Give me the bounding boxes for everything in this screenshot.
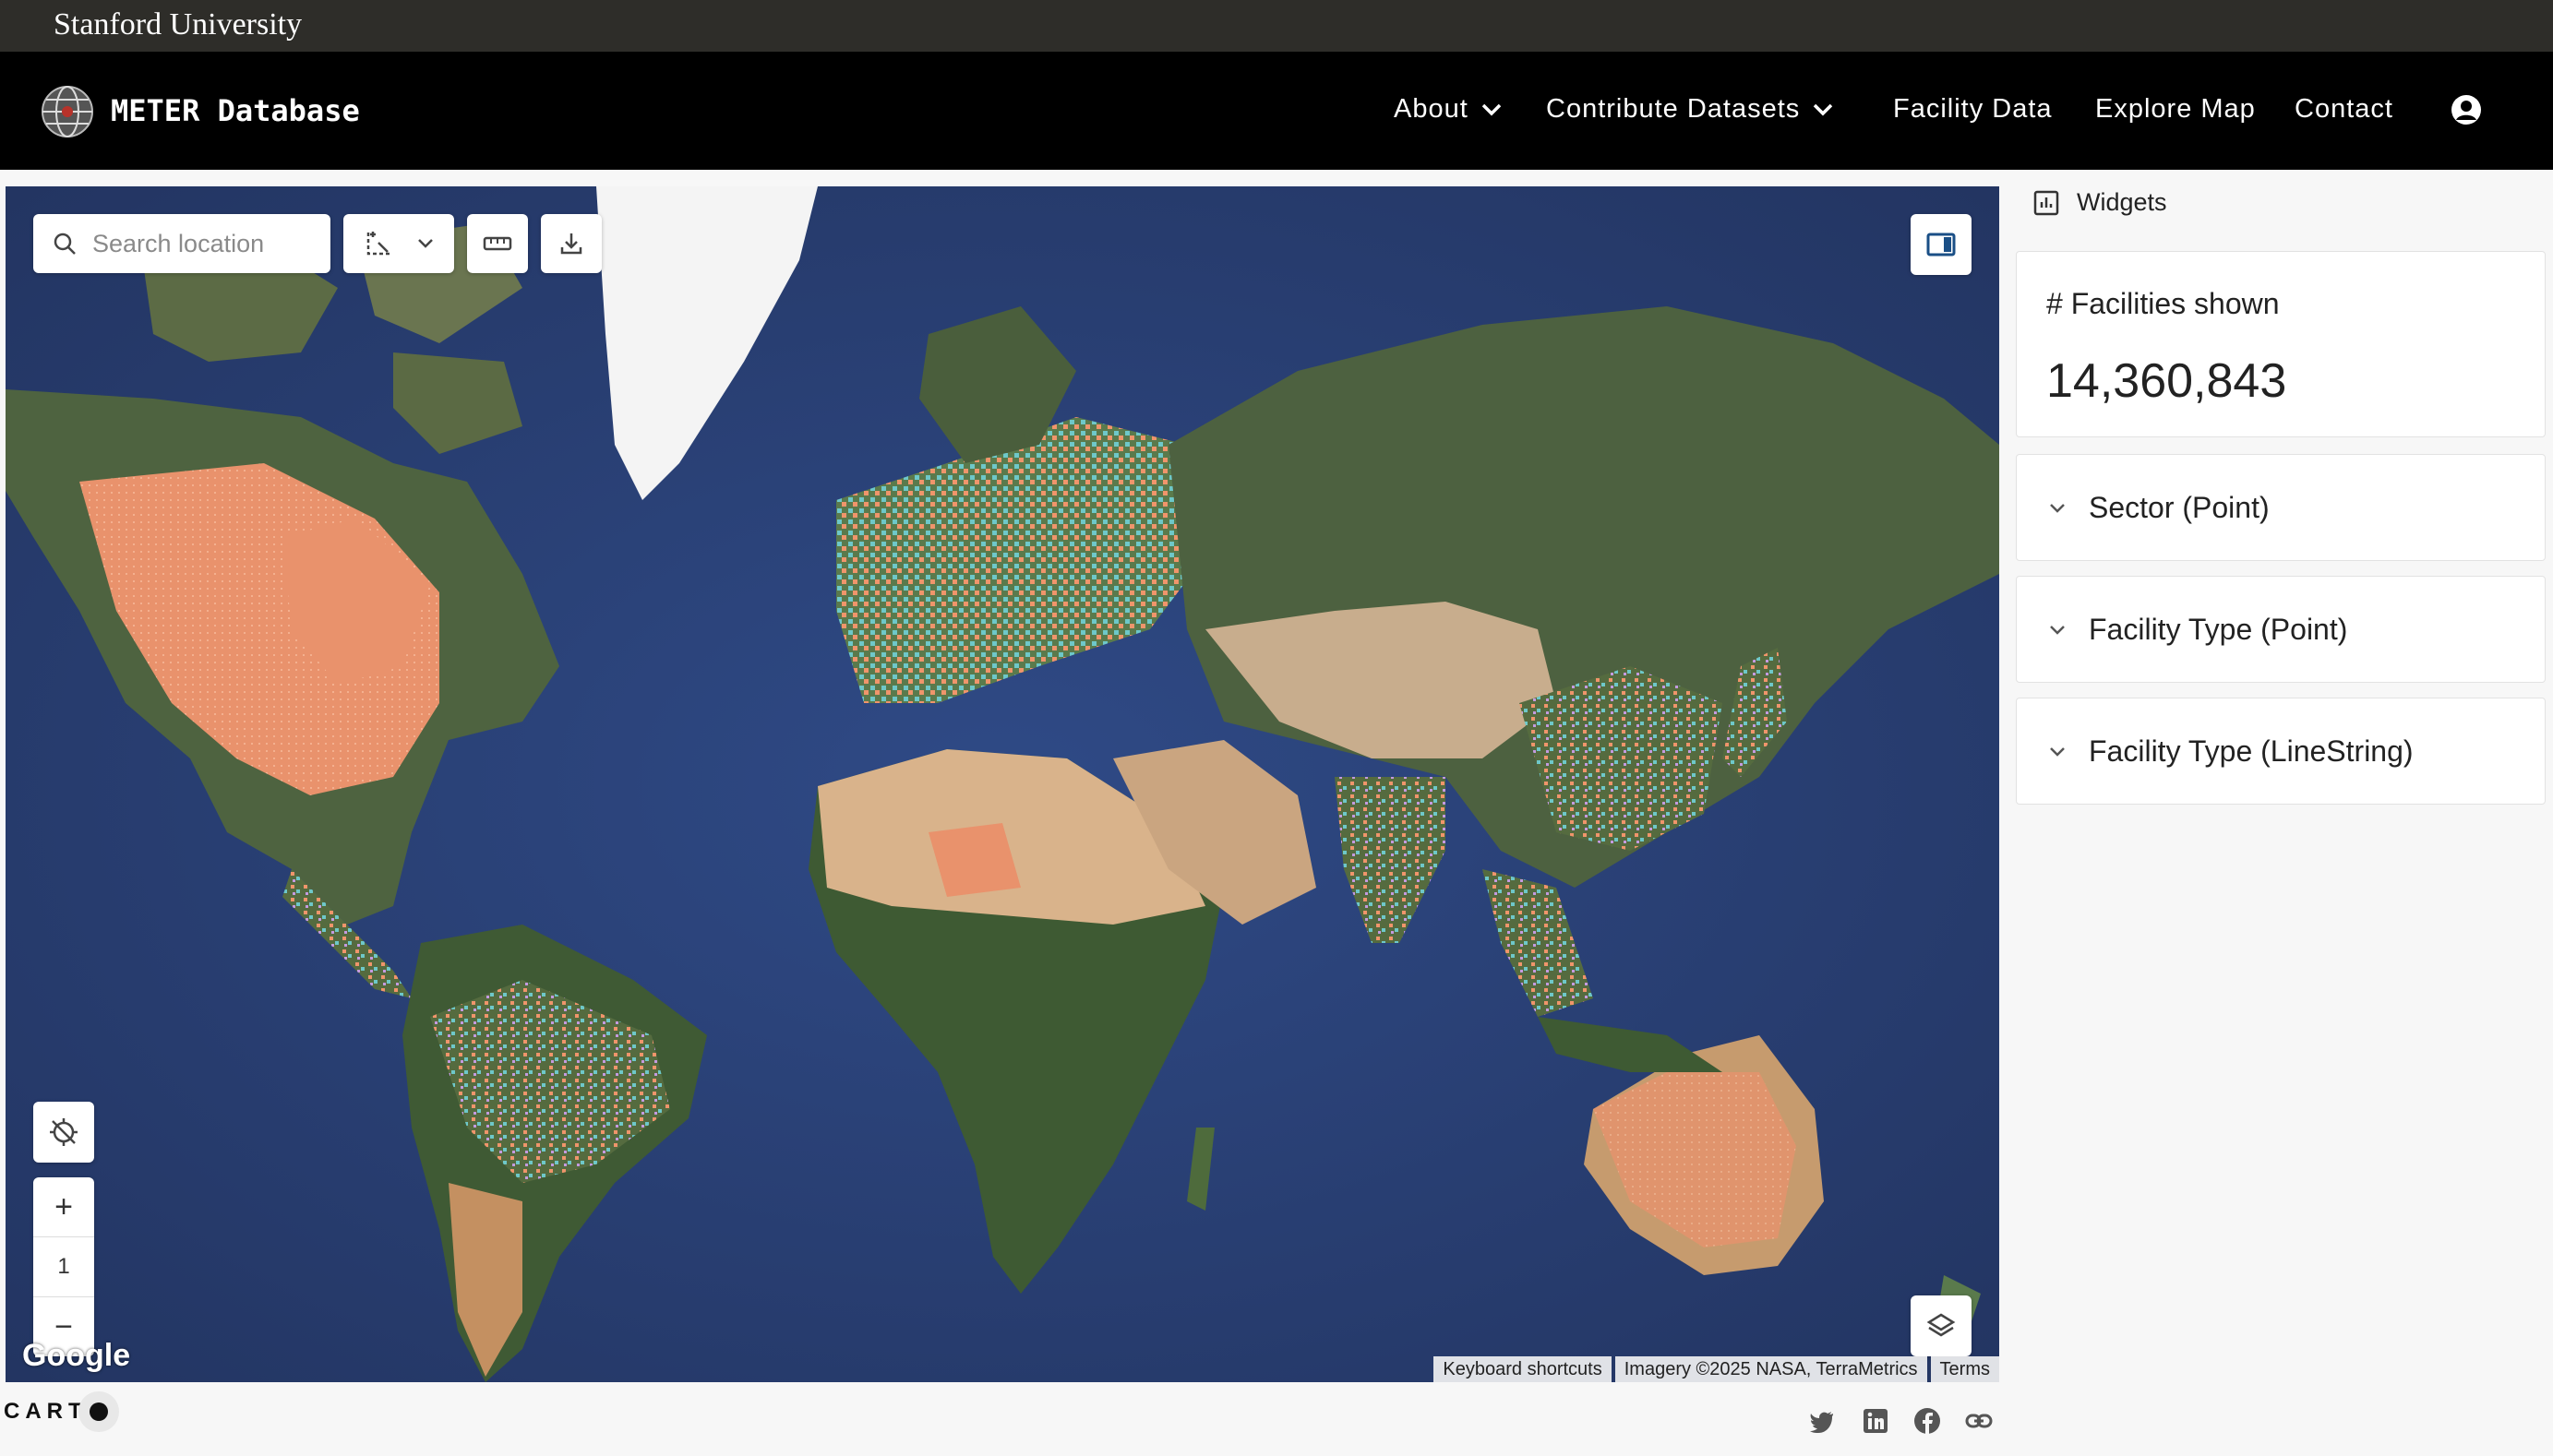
main-navbar: METER Database About Contribute Datasets… (0, 52, 2553, 170)
toggle-sidebar-button[interactable] (1911, 214, 1972, 275)
bar-chart-icon (2033, 190, 2059, 215)
imagery-credit: Imagery ©2025 NASA, TerraMetrics (1614, 1356, 1927, 1382)
sector-point-label: Sector (Point) (2089, 490, 2270, 524)
nav-about-label: About (1394, 94, 1468, 124)
location-off-icon (50, 1118, 78, 1146)
layers-icon (1926, 1313, 1956, 1337)
facebook-icon[interactable] (1912, 1406, 1942, 1436)
facilities-count-widget: # Facilities shown 14,360,843 (2016, 251, 2546, 437)
carto-dot (89, 1402, 108, 1421)
download-icon (560, 233, 582, 255)
footer: CART (0, 1382, 2553, 1456)
chevron-down-icon (417, 239, 433, 248)
nav-facility-label: Facility Data (1893, 94, 2053, 124)
download-button[interactable] (541, 214, 602, 273)
nav-explore-label: Explore Map (2095, 94, 2256, 124)
nav-contribute-datasets[interactable]: Contribute Datasets (1546, 94, 1833, 125)
widgets-title: Widgets (2077, 188, 2167, 216)
facility-type-point-widget[interactable]: Facility Type (Point) (2016, 576, 2546, 683)
keyboard-shortcuts-link[interactable]: Keyboard shortcuts (1433, 1356, 1612, 1382)
nav-contact-label: Contact (2295, 94, 2393, 124)
chevron-down-icon (2050, 747, 2065, 757)
stanford-brand[interactable]: Stanford University (54, 4, 302, 46)
link-icon[interactable] (1964, 1406, 1994, 1436)
map-canvas[interactable]: + 1 − Google Keyboard shortcuts Imagery … (6, 186, 1999, 1382)
sidebar-panel-icon (1926, 233, 1956, 257)
twitter-icon[interactable] (1807, 1406, 1837, 1436)
chevron-down-icon (2050, 626, 2065, 635)
terms-link[interactable]: Terms (1930, 1356, 1999, 1382)
chevron-down-icon (1814, 103, 1833, 115)
chevron-down-icon (2050, 504, 2065, 513)
stanford-bar: Stanford University (0, 0, 2553, 52)
carto-label: CART (4, 1399, 88, 1424)
search-location[interactable] (33, 214, 330, 273)
linkedin-icon[interactable] (1861, 1406, 1890, 1436)
ruler-icon (483, 236, 512, 251)
app-title[interactable]: METER Database (111, 89, 360, 133)
zoom-controls: + 1 − (33, 1177, 94, 1356)
zoom-level: 1 (33, 1236, 94, 1297)
nav-contact[interactable]: Contact (2295, 94, 2393, 125)
carto-logo[interactable]: CART (4, 1399, 108, 1425)
zoom-in-button[interactable]: + (33, 1177, 94, 1236)
widgets-header: Widgets (2032, 188, 2167, 217)
facility-type-linestring-label: Facility Type (LineString) (2089, 734, 2414, 768)
locate-me-button[interactable] (33, 1102, 94, 1163)
facilities-count-title: # Facilities shown (2046, 287, 2280, 320)
google-logo: Google (22, 1338, 131, 1373)
satellite-basemap (6, 186, 1999, 1382)
nav-contribute-label: Contribute Datasets (1546, 94, 1801, 124)
user-circle-icon[interactable] (2451, 94, 2482, 125)
search-icon (54, 233, 76, 255)
nav-about[interactable]: About (1394, 94, 1502, 125)
measure-tool-button[interactable] (467, 214, 528, 273)
nav-explore-map[interactable]: Explore Map (2095, 94, 2256, 125)
lasso-icon (366, 232, 390, 256)
facility-type-linestring-widget[interactable]: Facility Type (LineString) (2016, 698, 2546, 805)
nav-facility-data[interactable]: Facility Data (1893, 94, 2053, 125)
sector-point-widget[interactable]: Sector (Point) (2016, 454, 2546, 561)
search-input[interactable] (92, 229, 314, 258)
map-attribution: Keyboard shortcuts Imagery ©2025 NASA, T… (1430, 1356, 1999, 1382)
facilities-count-value: 14,360,843 (2046, 354, 2287, 408)
facility-type-point-label: Facility Type (Point) (2089, 612, 2348, 646)
layers-button[interactable] (1911, 1295, 1972, 1356)
widgets-sidebar: Widgets # Facilities shown 14,360,843 Se… (1999, 170, 2553, 1382)
draw-tool-select[interactable] (343, 214, 454, 273)
globe-icon[interactable] (41, 85, 94, 138)
chevron-down-icon (1481, 103, 1502, 115)
